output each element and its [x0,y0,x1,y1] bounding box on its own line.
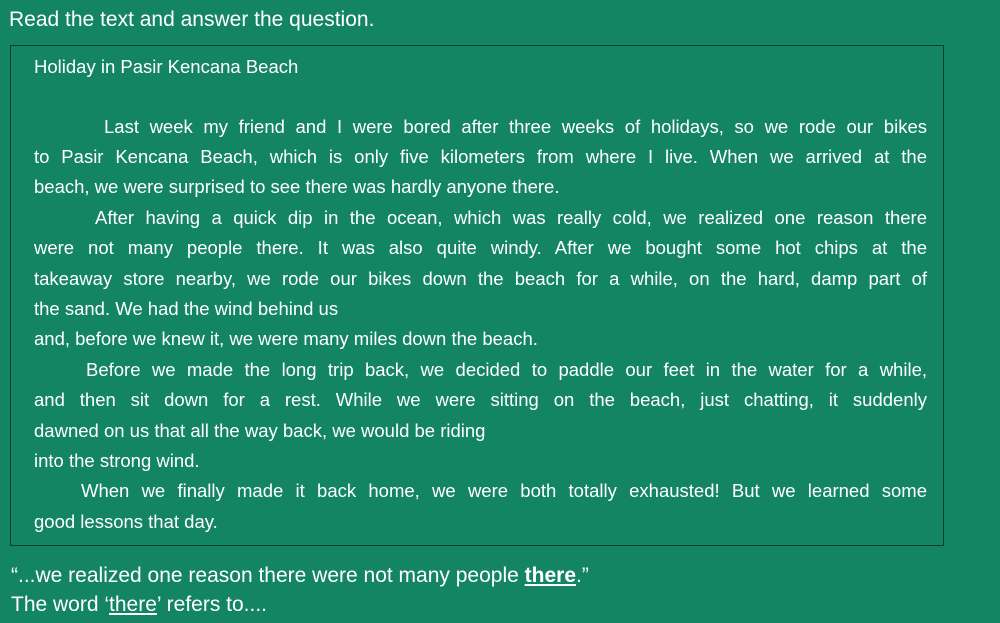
question-text-before: The word ‘ [11,593,110,616]
passage-line: and, before we knew it, we were many mil… [34,328,538,349]
passage-line: beach, we were surprised to see there wa… [34,176,560,197]
passage-title: Holiday in Pasir Kencana Beach [34,56,299,77]
question-prompt: The word ‘there’ refers to.... [11,591,267,619]
instruction-text: Read the text and answer the question. [9,8,375,31]
passage-line: the sand. We had the wind behind us [34,298,339,319]
quote-text-before: “...we realized one reason there were no… [11,564,525,587]
passage-line: After having a quick dip in the ocean, w… [95,207,927,228]
reading-passage-box: Holiday in Pasir Kencana Beach Last week… [10,45,944,546]
quoted-sentence: “...we realized one reason there were no… [11,562,589,590]
question-referenced-word: there [109,593,157,616]
passage-line: good lessons that day. [34,511,218,532]
passage-line: to Pasir Kencana Beach, which is only fi… [34,146,927,167]
passage-line: into the strong wind. [34,450,200,471]
passage-line: and then sit down for a rest. While we w… [34,389,927,410]
passage-line: dawned on us that all the way back, we w… [34,420,486,441]
passage-line: were not many people there. It was also … [34,237,927,258]
passage-line: Last week my friend and I were bored aft… [104,116,927,137]
passage-line: takeaway store nearby, we rode our bikes… [34,268,927,289]
quote-highlighted-word: there [524,564,576,587]
quote-text-after: .” [576,564,589,587]
passage-line: When we finally made it back home, we we… [81,480,927,501]
question-text-after: ’ refers to.... [156,593,268,616]
passage-line: Before we made the long trip back, we de… [86,359,927,380]
